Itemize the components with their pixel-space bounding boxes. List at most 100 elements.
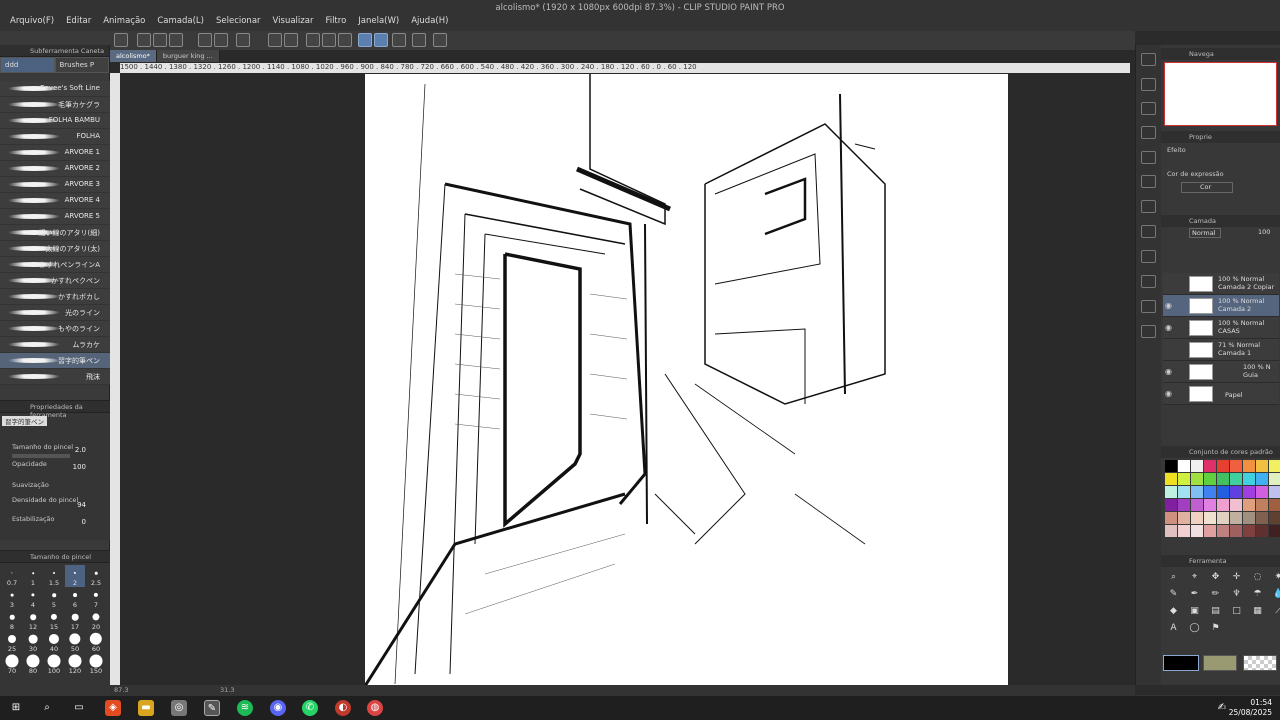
color-swatch[interactable]: [1243, 473, 1255, 485]
menu-icon[interactable]: [114, 33, 128, 47]
material-icon[interactable]: [1141, 151, 1156, 164]
layer-item[interactable]: ◉ Papel: [1163, 383, 1279, 405]
brush-size-option[interactable]: 17: [65, 609, 85, 631]
brush-size-option[interactable]: 2: [65, 565, 85, 587]
color-swatch[interactable]: [1217, 486, 1229, 498]
brush-item[interactable]: ムラカケ: [0, 337, 110, 353]
color-swatch[interactable]: [1191, 525, 1203, 537]
eyedropper-icon[interactable]: ✎: [1165, 587, 1182, 602]
layer-item[interactable]: ◉ 100 % Normal CASAS: [1163, 317, 1279, 339]
brush-item[interactable]: FOLHA BAMBU: [0, 113, 110, 129]
eraser-tool-icon[interactable]: ◆: [1165, 604, 1182, 619]
color-swatch[interactable]: [1256, 525, 1268, 537]
color-swatch[interactable]: [1204, 512, 1216, 524]
menu-camada[interactable]: Camada(L): [151, 16, 210, 26]
app-icon[interactable]: ◍: [367, 700, 383, 716]
color-swatch[interactable]: [1230, 512, 1242, 524]
system-clock[interactable]: 01:54 25/08/2025: [1229, 698, 1272, 718]
color-swatch[interactable]: [1217, 473, 1229, 485]
eye-icon[interactable]: ◉: [1165, 389, 1172, 398]
save-icon[interactable]: [169, 33, 183, 47]
color-swatch[interactable]: [1191, 486, 1203, 498]
lasso-tool-icon[interactable]: ◌: [1249, 570, 1266, 585]
color-swatch[interactable]: [1165, 486, 1177, 498]
task-view-icon[interactable]: ▭: [71, 700, 87, 716]
color-swatch[interactable]: [1217, 499, 1229, 511]
color-swatch[interactable]: [1217, 512, 1229, 524]
brush-item[interactable]: 光のライン: [0, 305, 110, 321]
eye-icon[interactable]: ◉: [1165, 301, 1172, 310]
balloon-tool-icon[interactable]: ◯: [1186, 621, 1203, 636]
brush-size-option[interactable]: 30: [23, 631, 43, 653]
zoom-value[interactable]: 87.3: [114, 686, 128, 694]
color-swatch[interactable]: [1178, 525, 1190, 537]
color-swatch[interactable]: [1243, 499, 1255, 511]
color-swatch[interactable]: [1165, 460, 1177, 472]
stabilization-value[interactable]: 0: [82, 518, 86, 526]
layer-opacity-value[interactable]: 100: [1258, 228, 1270, 236]
color-swatch[interactable]: [1269, 499, 1280, 511]
brush-size-option[interactable]: 60: [86, 631, 106, 653]
color-swatch[interactable]: [1191, 512, 1203, 524]
color-swatch[interactable]: [1165, 499, 1177, 511]
transform-icon[interactable]: [306, 33, 320, 47]
brush-size-option[interactable]: 50: [65, 631, 85, 653]
brush-size-option[interactable]: 8: [2, 609, 22, 631]
zoom-tool-icon[interactable]: ⌕: [1165, 570, 1182, 585]
brush-size-option[interactable]: 70: [2, 653, 22, 675]
color-swatch[interactable]: [1230, 499, 1242, 511]
material-icon[interactable]: [1141, 175, 1156, 188]
pen-tool-icon[interactable]: ✒: [1186, 587, 1203, 602]
color-swatch[interactable]: [1165, 525, 1177, 537]
color-swatch[interactable]: [1178, 512, 1190, 524]
brush-size-option[interactable]: 150: [86, 653, 106, 675]
menu-selecionar[interactable]: Selecionar: [210, 16, 267, 26]
tab-alcolismo[interactable]: alcolismo*: [110, 50, 157, 62]
color-swatch[interactable]: [1230, 460, 1242, 472]
blend-mode-select[interactable]: Normal: [1189, 228, 1221, 238]
menu-arquivo[interactable]: Arquivo(F): [4, 16, 60, 26]
brush-item[interactable]: ARVORE 2: [0, 161, 110, 177]
gradient-tool-icon[interactable]: ▤: [1207, 604, 1224, 619]
material-icon[interactable]: [1141, 200, 1156, 213]
windows-start-icon[interactable]: ⊞: [8, 700, 24, 716]
color-swatch[interactable]: [1269, 486, 1280, 498]
drawing-canvas[interactable]: [363, 74, 1008, 687]
blend-tool-icon[interactable]: 💧: [1270, 587, 1280, 602]
brush-item[interactable]: 細い線のアタリ(細): [0, 225, 110, 241]
search-icon[interactable]: ⌕: [39, 700, 55, 716]
brush-item[interactable]: かすれペクペン: [0, 273, 110, 289]
help-icon[interactable]: [433, 33, 447, 47]
color-swatch[interactable]: [1165, 473, 1177, 485]
main-color-swatch[interactable]: [1163, 655, 1199, 671]
brush-item[interactable]: かすれペンラインA: [0, 257, 110, 273]
frame-tool-icon[interactable]: ▦: [1249, 604, 1266, 619]
brush-size-option[interactable]: 12: [23, 609, 43, 631]
brush-size-option[interactable]: 5: [44, 587, 64, 609]
fill-tool-icon[interactable]: ▣: [1186, 604, 1203, 619]
operation-tool-icon[interactable]: ⌖: [1186, 570, 1203, 585]
brush-item[interactable]: FOLHA: [0, 129, 110, 145]
color-swatch[interactable]: [1230, 486, 1242, 498]
color-swatch[interactable]: [1256, 473, 1268, 485]
app-icon[interactable]: ◐: [335, 700, 351, 716]
open-file-icon[interactable]: [153, 33, 167, 47]
expression-color-select[interactable]: Cor: [1181, 182, 1233, 193]
color-swatch[interactable]: [1178, 473, 1190, 485]
discord-icon[interactable]: ◉: [270, 700, 286, 716]
whatsapp-icon[interactable]: ✆: [302, 700, 318, 716]
menu-ajuda[interactable]: Ajuda(H): [405, 16, 454, 26]
brush-item[interactable]: ARVORE 4: [0, 193, 110, 209]
new-file-icon[interactable]: [137, 33, 151, 47]
brush-item[interactable]: かすれボカし: [0, 289, 110, 305]
color-swatch[interactable]: [1204, 473, 1216, 485]
eye-icon[interactable]: ◉: [1165, 367, 1172, 376]
layer-item[interactable]: ◉ 100 % N Guia: [1163, 361, 1279, 383]
undo-icon[interactable]: [198, 33, 212, 47]
density-value[interactable]: 94: [77, 501, 86, 509]
fill-icon[interactable]: [268, 33, 282, 47]
airbrush-tool-icon[interactable]: ☂: [1249, 587, 1266, 602]
correct-line-tool-icon[interactable]: ⚑: [1207, 621, 1224, 636]
sub-color-swatch[interactable]: [1203, 655, 1237, 671]
size-slider[interactable]: [12, 454, 70, 458]
